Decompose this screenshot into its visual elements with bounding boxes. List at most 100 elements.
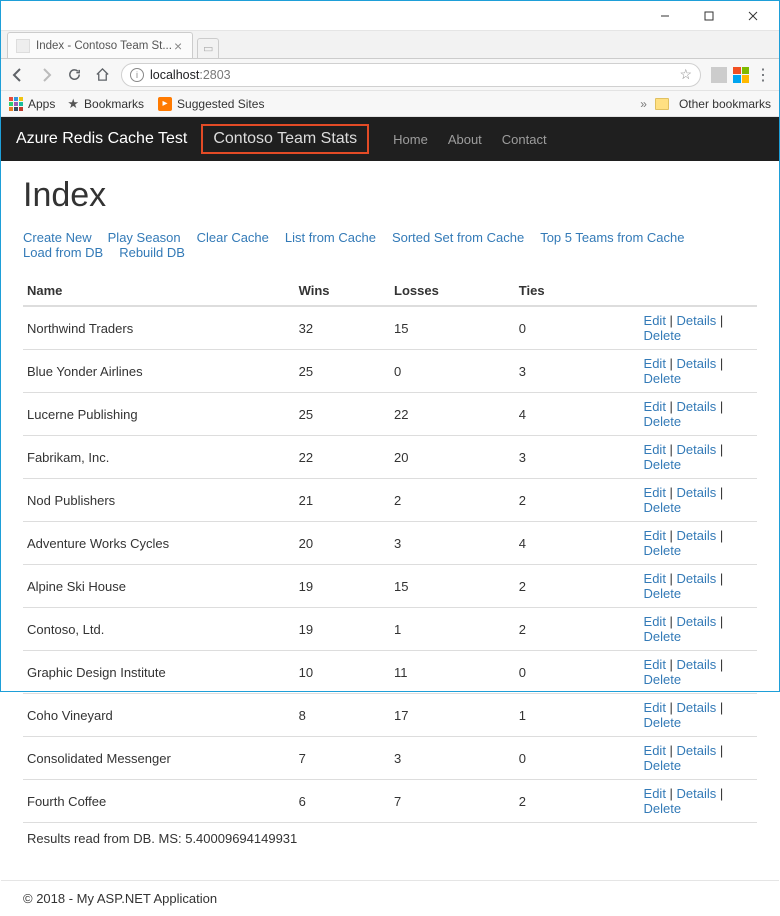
- tab-close-icon[interactable]: ×: [172, 38, 184, 54]
- table-row: Alpine Ski House19152Edit | Details | De…: [23, 565, 757, 608]
- details-link[interactable]: Details: [677, 614, 717, 629]
- edit-link[interactable]: Edit: [644, 700, 666, 715]
- details-link[interactable]: Details: [677, 442, 717, 457]
- cell-losses: 1: [390, 608, 515, 651]
- overflow-chevron-icon[interactable]: »: [640, 97, 647, 111]
- apps-icon: [9, 97, 23, 111]
- other-bookmarks[interactable]: Other bookmarks: [655, 97, 771, 111]
- cell-name: Adventure Works Cycles: [23, 522, 295, 565]
- delete-link[interactable]: Delete: [644, 758, 682, 773]
- bookmark-suggested[interactable]: ▸ Suggested Sites: [158, 97, 264, 111]
- delete-link[interactable]: Delete: [644, 457, 682, 472]
- window-minimize-button[interactable]: [643, 2, 687, 30]
- action-link[interactable]: Sorted Set from Cache: [392, 230, 524, 245]
- cell-losses: 15: [390, 565, 515, 608]
- cell-ties: 3: [515, 436, 640, 479]
- delete-link[interactable]: Delete: [644, 500, 682, 515]
- cell-wins: 25: [295, 350, 390, 393]
- site-info-icon[interactable]: i: [130, 68, 144, 82]
- delete-link[interactable]: Delete: [644, 371, 682, 386]
- forward-button[interactable]: [37, 66, 55, 84]
- windows-icon[interactable]: [733, 67, 749, 83]
- delete-link[interactable]: Delete: [644, 672, 682, 687]
- action-link[interactable]: Load from DB: [23, 245, 103, 260]
- details-link[interactable]: Details: [677, 485, 717, 500]
- app-navbar: Azure Redis Cache Test Contoso Team Stat…: [1, 117, 779, 161]
- browser-tab-active[interactable]: Index - Contoso Team St... ×: [7, 32, 193, 58]
- edit-link[interactable]: Edit: [644, 442, 666, 457]
- navbar-link-contact[interactable]: Contact: [502, 132, 547, 147]
- cell-losses: 20: [390, 436, 515, 479]
- bookmark-bookmarks[interactable]: ★ Bookmarks: [67, 96, 144, 112]
- details-link[interactable]: Details: [677, 700, 717, 715]
- cell-actions: Edit | Details | Delete: [640, 737, 757, 780]
- reload-button[interactable]: [65, 66, 83, 84]
- new-tab-button[interactable]: ▭: [197, 38, 219, 58]
- details-link[interactable]: Details: [677, 313, 717, 328]
- action-link[interactable]: Clear Cache: [197, 230, 269, 245]
- address-bar[interactable]: i localhost:2803 ☆: [121, 63, 701, 87]
- footer-text: © 2018 - My ASP.NET Application: [1, 891, 779, 916]
- navbar-link-about[interactable]: About: [448, 132, 482, 147]
- action-link[interactable]: Play Season: [108, 230, 181, 245]
- navbar-link-home[interactable]: Home: [393, 132, 428, 147]
- table-row: Graphic Design Institute10110Edit | Deta…: [23, 651, 757, 694]
- cell-wins: 19: [295, 565, 390, 608]
- edit-link[interactable]: Edit: [644, 399, 666, 414]
- details-link[interactable]: Details: [677, 356, 717, 371]
- cell-wins: 22: [295, 436, 390, 479]
- details-link[interactable]: Details: [677, 528, 717, 543]
- edit-link[interactable]: Edit: [644, 356, 666, 371]
- navbar-brand[interactable]: Azure Redis Cache Test: [16, 130, 187, 148]
- details-link[interactable]: Details: [677, 657, 717, 672]
- window-maximize-button[interactable]: [687, 2, 731, 30]
- edit-link[interactable]: Edit: [644, 743, 666, 758]
- suggested-icon: ▸: [158, 97, 172, 111]
- details-link[interactable]: Details: [677, 786, 717, 801]
- edit-link[interactable]: Edit: [644, 614, 666, 629]
- bookmark-star-icon[interactable]: ☆: [679, 66, 692, 83]
- action-link[interactable]: Create New: [23, 230, 92, 245]
- action-link[interactable]: List from Cache: [285, 230, 376, 245]
- action-link[interactable]: Rebuild DB: [119, 245, 185, 260]
- url-port: :2803: [199, 68, 230, 82]
- tab-favicon: [16, 39, 30, 53]
- back-button[interactable]: [9, 66, 27, 84]
- star-icon: ★: [67, 96, 79, 112]
- cell-ties: 2: [515, 780, 640, 823]
- action-link[interactable]: Top 5 Teams from Cache: [540, 230, 684, 245]
- delete-link[interactable]: Delete: [644, 715, 682, 730]
- cell-name: Fourth Coffee: [23, 780, 295, 823]
- cell-actions: Edit | Details | Delete: [640, 608, 757, 651]
- edit-link[interactable]: Edit: [644, 571, 666, 586]
- cell-ties: 3: [515, 350, 640, 393]
- navbar-highlighted-link[interactable]: Contoso Team Stats: [201, 124, 369, 154]
- delete-link[interactable]: Delete: [644, 543, 682, 558]
- edit-link[interactable]: Edit: [644, 657, 666, 672]
- cell-name: Lucerne Publishing: [23, 393, 295, 436]
- other-bookmarks-label: Other bookmarks: [679, 97, 771, 111]
- delete-link[interactable]: Delete: [644, 586, 682, 601]
- edit-link[interactable]: Edit: [644, 313, 666, 328]
- browser-toolbar: i localhost:2803 ☆ ⋮: [1, 59, 779, 91]
- details-link[interactable]: Details: [677, 571, 717, 586]
- table-row: Lucerne Publishing25224Edit | Details | …: [23, 393, 757, 436]
- details-link[interactable]: Details: [677, 399, 717, 414]
- delete-link[interactable]: Delete: [644, 629, 682, 644]
- table-row: Blue Yonder Airlines2503Edit | Details |…: [23, 350, 757, 393]
- delete-link[interactable]: Delete: [644, 414, 682, 429]
- delete-link[interactable]: Delete: [644, 328, 682, 343]
- home-button[interactable]: [93, 66, 111, 84]
- browser-menu-button[interactable]: ⋮: [755, 65, 771, 85]
- details-link[interactable]: Details: [677, 743, 717, 758]
- folder-icon: [655, 98, 669, 110]
- edit-link[interactable]: Edit: [644, 485, 666, 500]
- apps-shortcut[interactable]: Apps: [9, 97, 55, 111]
- delete-link[interactable]: Delete: [644, 801, 682, 816]
- window-close-button[interactable]: [731, 2, 775, 30]
- cell-ties: 4: [515, 522, 640, 565]
- extension-icon[interactable]: [711, 67, 727, 83]
- edit-link[interactable]: Edit: [644, 786, 666, 801]
- action-links: Create New Play Season Clear Cache List fro…: [23, 230, 757, 260]
- edit-link[interactable]: Edit: [644, 528, 666, 543]
